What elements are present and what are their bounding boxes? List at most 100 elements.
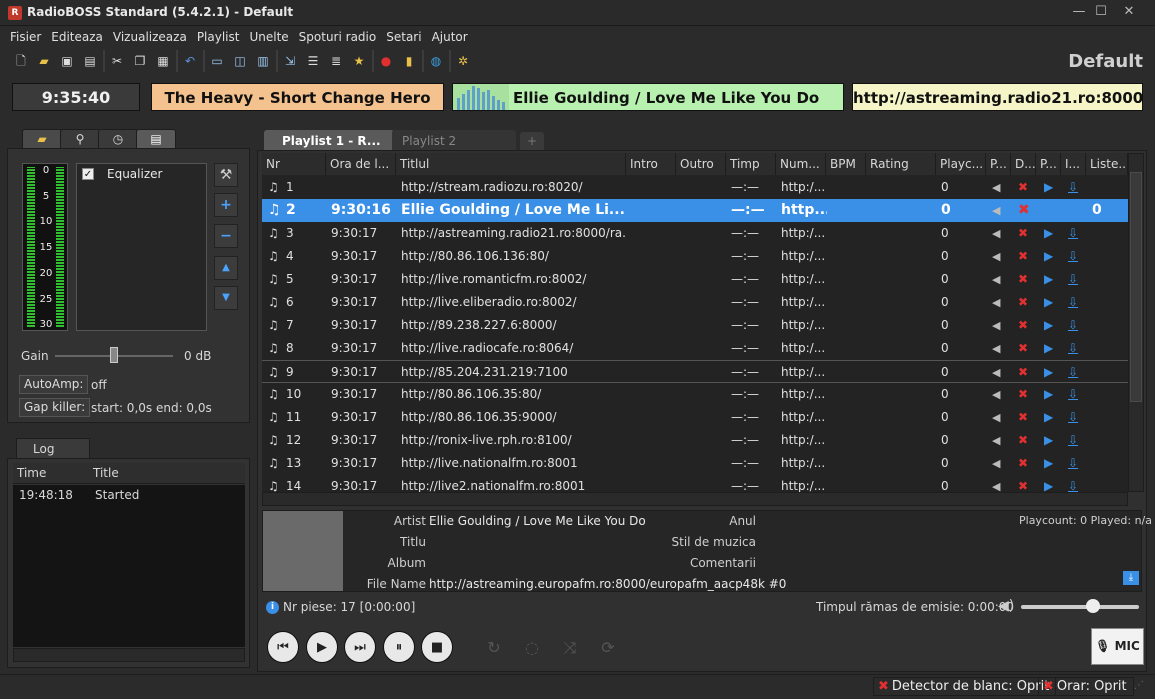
cycle-icon[interactable]: ◌ xyxy=(520,636,544,660)
menu-editeaza[interactable]: Editeaza xyxy=(46,28,108,46)
delete-icon[interactable]: ✖ xyxy=(1018,199,1034,222)
music-note-icon[interactable]: ♫ xyxy=(268,268,282,291)
tab-log[interactable]: Log xyxy=(16,438,90,460)
close-button[interactable]: ✕ xyxy=(1118,3,1140,21)
previous-button[interactable]: ⏮ xyxy=(267,631,299,663)
mic-button[interactable]: 🎙 MIC xyxy=(1091,628,1144,665)
statistics-icon[interactable]: ▮ xyxy=(398,50,420,72)
delete-icon[interactable]: ✖ xyxy=(1018,406,1034,429)
speaker-icon[interactable]: ◀ xyxy=(992,268,1008,291)
move-down-icon[interactable]: ▼ xyxy=(214,286,238,310)
new-file-icon[interactable]: 🗋 xyxy=(10,50,32,72)
speaker-icon[interactable]: ◀ xyxy=(992,452,1008,475)
column-header[interactable]: Titlul xyxy=(396,153,626,175)
tab-playlist-2[interactable]: Playlist 2 xyxy=(392,130,516,152)
delete-icon[interactable]: ✖ xyxy=(1018,291,1034,314)
music-note-icon[interactable]: ♫ xyxy=(268,245,282,268)
playlist-row[interactable]: ♫ 1 http://stream.radiozu.ro:8020/ —:— http:… xyxy=(262,176,1128,199)
column-header[interactable]: Ora de l... xyxy=(326,153,396,175)
copy-icon[interactable]: ❐ xyxy=(129,50,151,72)
play-next-icon[interactable]: ▶ xyxy=(1044,361,1060,384)
download-icon[interactable]: ⇩ xyxy=(1068,245,1084,268)
menu-fisier[interactable]: Fisier xyxy=(5,28,46,46)
playlist-row[interactable]: ♫ 9 9:30:17 http://85.204.231.219:7100 —:— ht… xyxy=(262,360,1128,383)
download-icon[interactable]: ⇩ xyxy=(1068,268,1084,291)
delete-icon[interactable]: ✖ xyxy=(1018,222,1034,245)
play-next-icon[interactable]: ▶ xyxy=(1044,176,1060,199)
music-note-icon[interactable]: ♫ xyxy=(268,475,282,492)
speaker-icon[interactable]: ◀ xyxy=(992,337,1008,360)
music-note-icon[interactable]: ♫ xyxy=(268,199,282,222)
download-icon[interactable]: ⇩ xyxy=(1068,176,1084,199)
maximize-button[interactable]: ☐ xyxy=(1090,3,1112,21)
volume-slider-thumb[interactable] xyxy=(1086,599,1100,613)
download-icon[interactable]: ⇩ xyxy=(1068,406,1084,429)
tools-icon[interactable]: ⚒ xyxy=(214,163,238,187)
gap-killer-button[interactable]: Gap killer: xyxy=(19,398,91,417)
column-header[interactable]: Outro xyxy=(676,153,726,175)
download-icon[interactable]: ⇩ xyxy=(1068,337,1084,360)
download-icon[interactable]: ⤓ xyxy=(1123,571,1139,585)
music-note-icon[interactable]: ♫ xyxy=(268,291,282,314)
column-header[interactable]: Rating xyxy=(866,153,936,175)
playlist-row[interactable]: ♫ 5 9:30:17 http://live.romanticfm.ro:8002/… xyxy=(262,268,1128,291)
split-pane-icon[interactable]: ▥ xyxy=(252,50,274,72)
minimize-button[interactable]: — xyxy=(1068,3,1090,21)
speaker-icon[interactable]: ◀ xyxy=(992,314,1008,337)
tab-equalizer[interactable]: ▤ xyxy=(136,129,176,149)
speaker-icon[interactable]: ◀ xyxy=(992,245,1008,268)
add-preset-button[interactable]: + xyxy=(214,193,238,217)
menu-playlist[interactable]: Playlist xyxy=(192,28,245,46)
play-next-icon[interactable]: ▶ xyxy=(1044,268,1060,291)
music-note-icon[interactable]: ♫ xyxy=(268,337,282,360)
speaker-icon[interactable]: ◀ xyxy=(992,199,1008,222)
music-note-icon[interactable]: ♫ xyxy=(268,361,282,384)
play-next-icon[interactable]: ▷ xyxy=(1044,199,1060,222)
loop-icon[interactable]: ↻ xyxy=(482,636,506,660)
delete-icon[interactable]: ✖ xyxy=(1018,314,1034,337)
save-icon[interactable]: ▣ xyxy=(56,50,78,72)
add-playlist-tab-button[interactable]: + xyxy=(520,132,544,150)
music-note-icon[interactable]: ♫ xyxy=(268,452,282,475)
log-col-time[interactable]: Time xyxy=(17,466,46,480)
playlist-row[interactable]: ♫ 8 9:30:17 http://live.radiocafe.ro:8064/ —… xyxy=(262,337,1128,360)
speaker-icon[interactable]: ◀ xyxy=(992,361,1008,384)
column-header[interactable]: Num... xyxy=(776,153,826,175)
delete-icon[interactable]: ✖ xyxy=(1018,383,1034,406)
speaker-icon[interactable]: ◀ xyxy=(992,429,1008,452)
tab-search[interactable]: ⚲ xyxy=(60,129,100,149)
playlist-generator-icon[interactable]: ☰ xyxy=(302,50,324,72)
resize-grip-icon[interactable]: ⋰ xyxy=(1134,680,1150,696)
remove-preset-button[interactable]: − xyxy=(214,224,238,248)
menu-vizualizeaza[interactable]: Vizualizeaza xyxy=(108,28,192,46)
repeat-icon[interactable]: ⟳ xyxy=(596,636,620,660)
playlist-edit-icon[interactable]: ≣ xyxy=(325,50,347,72)
music-note-icon[interactable]: ♫ xyxy=(268,406,282,429)
tab-playlist-1[interactable]: Playlist 1 - R... xyxy=(264,130,394,152)
download-icon[interactable]: ⇩ xyxy=(1068,314,1084,337)
stop-button[interactable]: ■ xyxy=(421,631,453,663)
column-header[interactable]: BPM xyxy=(826,153,866,175)
settings-gear-icon[interactable]: ✲ xyxy=(452,50,474,72)
delete-icon[interactable]: ✖ xyxy=(1018,475,1034,492)
delete-icon[interactable]: ✖ xyxy=(1018,268,1034,291)
speaker-icon[interactable]: ◀ xyxy=(992,406,1008,429)
speaker-icon[interactable]: ◀ xyxy=(992,383,1008,406)
schedule-status[interactable]: ✖ Orar: Oprit xyxy=(1038,677,1134,696)
music-note-icon[interactable]: ♫ xyxy=(268,383,282,406)
tab-scheduler[interactable]: ◷ xyxy=(98,129,138,149)
download-icon[interactable]: ✉ xyxy=(1068,199,1084,222)
autoamp-button[interactable]: AutoAmp: xyxy=(19,375,89,394)
speaker-volume-icon[interactable]: ◀) xyxy=(998,598,1014,614)
menu-setari[interactable]: Setari xyxy=(381,28,426,46)
menu-ajutor[interactable]: Ajutor xyxy=(427,28,473,46)
playlist-row[interactable]: ♫ 14 9:30:17 http://live2.nationalfm.ro:800… xyxy=(262,475,1128,492)
column-header[interactable]: I... xyxy=(1061,153,1086,175)
single-pane-icon[interactable]: ▭ xyxy=(206,50,228,72)
globe-icon[interactable]: ◍ xyxy=(425,50,447,72)
dual-pane-icon[interactable]: ◫ xyxy=(229,50,251,72)
playlist-scroll-thumb[interactable] xyxy=(1130,172,1142,402)
play-next-icon[interactable]: ▶ xyxy=(1044,452,1060,475)
download-icon[interactable]: ⇩ xyxy=(1068,222,1084,245)
column-header[interactable]: P... xyxy=(986,153,1011,175)
